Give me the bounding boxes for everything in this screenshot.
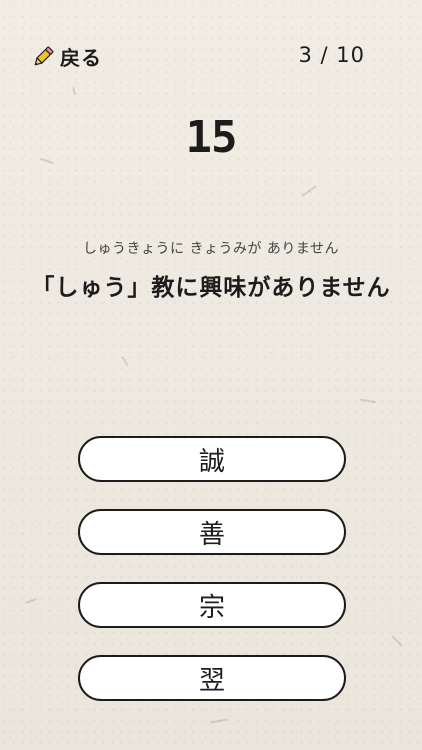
question-reading: しゅうきょうに きょうみが ありません — [83, 241, 339, 257]
pencil-icon — [30, 44, 56, 70]
answer-button-2[interactable]: 善 — [78, 509, 346, 555]
back-label: 戻る — [60, 46, 102, 70]
answer-button-4[interactable]: 翌 — [78, 655, 346, 701]
back-button[interactable]: 戻る — [30, 42, 102, 71]
answer-button-1[interactable]: 誠 — [78, 436, 346, 482]
answer-button-3[interactable]: 宗 — [78, 582, 346, 628]
answer-list: 誠 善 宗 翌 — [78, 436, 346, 728]
question-progress: 3 / 10 — [298, 43, 365, 67]
top-bar: 戻る 3 / 10 — [0, 40, 422, 72]
countdown-timer: 15 — [185, 112, 238, 163]
question-text: 「しゅう」教に興味がありません — [31, 275, 391, 301]
